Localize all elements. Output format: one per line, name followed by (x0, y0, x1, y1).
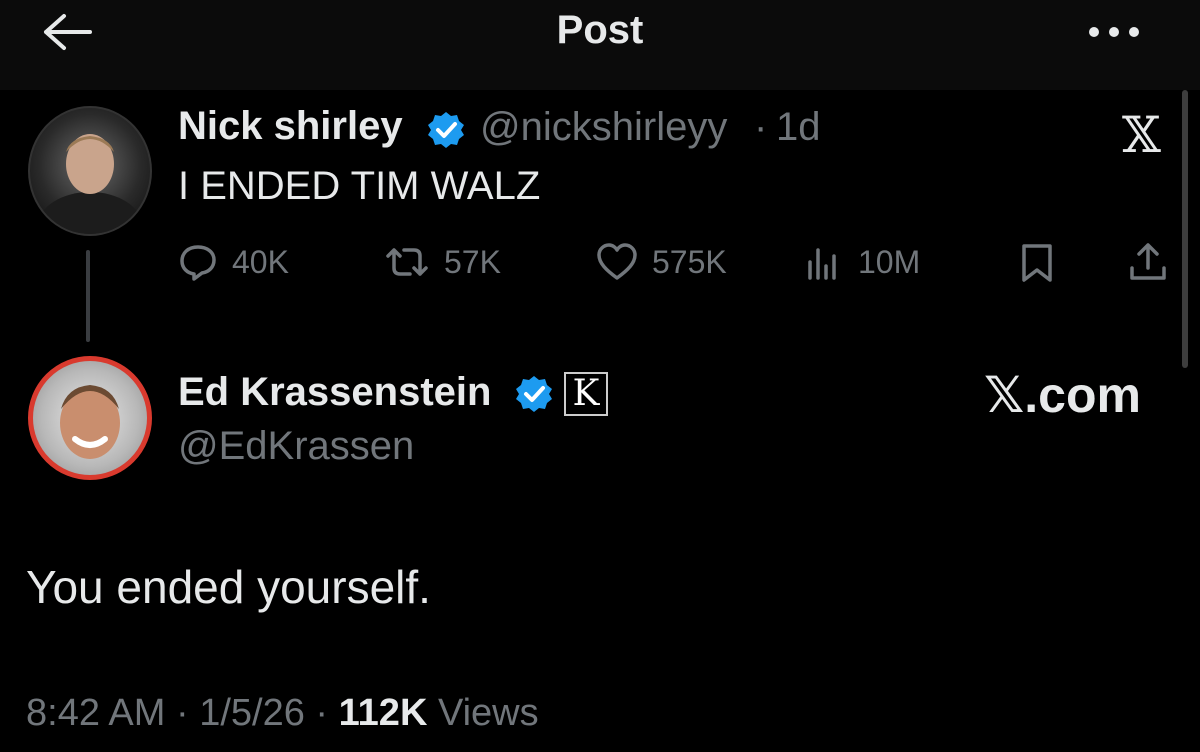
post-date[interactable]: 1/5/26 (199, 692, 305, 734)
avatar-image (60, 385, 120, 459)
views-count[interactable]: 112K (339, 692, 428, 734)
separator: · (754, 105, 768, 149)
bookmark-icon[interactable] (1018, 242, 1056, 284)
author-name[interactable]: Nick shirley (178, 104, 403, 149)
reply-button[interactable]: 40K (178, 242, 289, 282)
post-meta: 8:42 AM · 1/5/26 · 112K Views (26, 692, 539, 735)
post-time[interactable]: 1d (776, 105, 821, 150)
avatar-image (38, 134, 142, 234)
post-time[interactable]: 8:42 AM (26, 692, 165, 734)
reply-icon (180, 245, 216, 281)
like-count: 575K (652, 243, 727, 280)
views-button[interactable]: 10M (804, 242, 920, 282)
brand-watermark: 𝕏.com (984, 367, 1141, 423)
share-icon[interactable] (1126, 240, 1170, 284)
top-bar: Post (0, 0, 1200, 90)
analytics-icon (808, 248, 836, 280)
page-title: Post (556, 8, 644, 52)
heart-icon (597, 243, 637, 280)
post-text: I ENDED TIM WALZ (178, 164, 541, 208)
x-logo-icon: 𝕏 (1122, 106, 1161, 164)
separator: · (165, 692, 200, 734)
verified-badge-icon (428, 112, 464, 148)
affiliate-badge[interactable]: K (564, 372, 608, 416)
separator: · (304, 692, 339, 734)
views-label: Views (427, 692, 539, 734)
author-name[interactable]: Ed Krassenstein (178, 370, 491, 415)
avatar[interactable] (28, 356, 152, 480)
scrollbar[interactable] (1182, 90, 1188, 368)
verified-badge-icon (516, 376, 552, 412)
author-handle[interactable]: @EdKrassen (178, 424, 414, 469)
like-button[interactable]: 575K (596, 242, 727, 282)
repost-count: 57K (444, 243, 501, 280)
repost-button[interactable]: 57K (384, 242, 501, 282)
reply-count: 40K (232, 243, 289, 280)
repost-icon (386, 248, 428, 276)
views-count: 10M (858, 243, 921, 280)
thread-line (86, 250, 90, 342)
post-text: You ended yourself. (26, 561, 431, 613)
avatar[interactable] (28, 106, 152, 236)
more-horizontal-icon[interactable] (1086, 22, 1142, 42)
author-handle[interactable]: @nickshirleyy (480, 105, 727, 150)
